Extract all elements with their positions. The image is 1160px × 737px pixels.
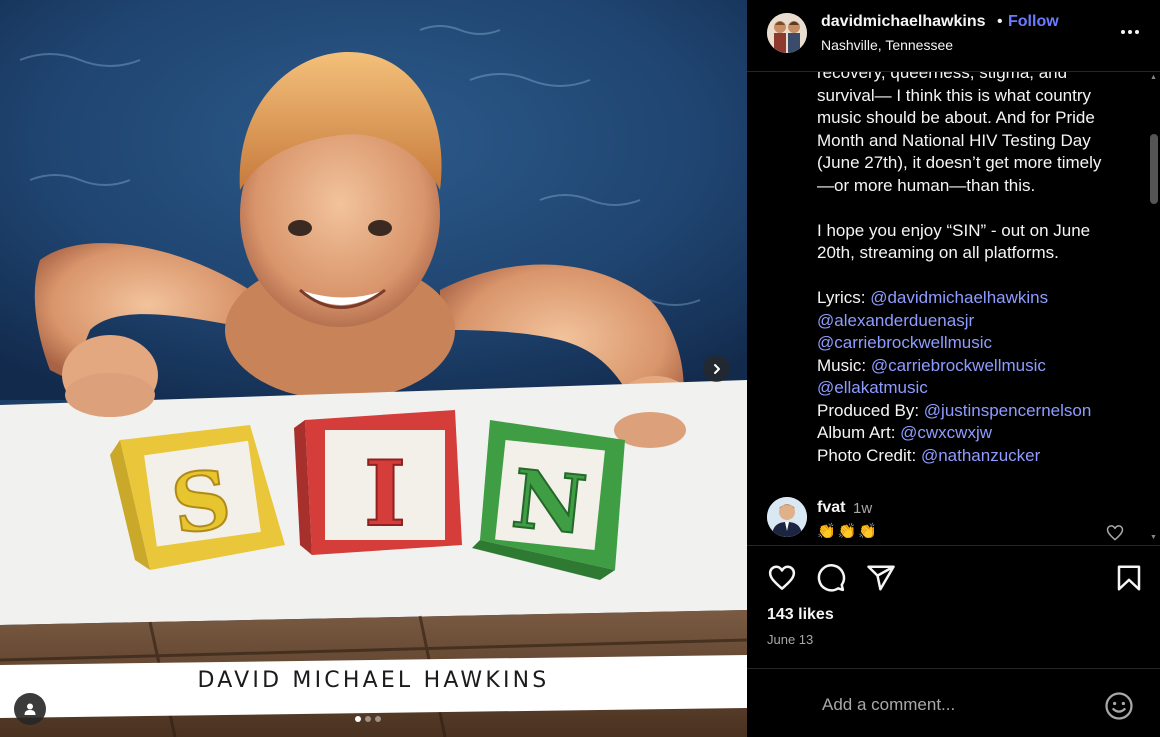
scrollbar[interactable]: ▲ ▼ bbox=[1148, 72, 1159, 545]
avatar-image bbox=[767, 497, 807, 537]
album-cover-artwork: S I N bbox=[0, 0, 747, 737]
svg-text:N: N bbox=[508, 451, 591, 552]
comment-icon[interactable] bbox=[816, 563, 846, 593]
mention-link[interactable]: @alexanderduenasjr bbox=[817, 311, 974, 330]
caption-line: survival— I think this is what country bbox=[817, 85, 1091, 105]
carousel-dot-2 bbox=[365, 716, 371, 722]
comment-item: fvat 1w 👏👏👏 bbox=[767, 497, 1147, 545]
mention-link[interactable]: @nathanzucker bbox=[921, 446, 1040, 465]
more-icon[interactable] bbox=[1118, 20, 1142, 44]
share-icon[interactable] bbox=[866, 563, 896, 593]
avatar[interactable] bbox=[767, 13, 807, 53]
mention-link[interactable]: @davidmichaelhawkins bbox=[870, 288, 1048, 307]
svg-text:I: I bbox=[364, 441, 406, 547]
caption-paragraph-2: I hope you enjoy “SIN” - out on June 20t… bbox=[817, 220, 1091, 263]
mention-link[interactable]: @ellakatmusic bbox=[817, 378, 928, 397]
credit-label: Photo Credit: bbox=[817, 445, 921, 465]
post-username[interactable]: davidmichaelhawkins bbox=[821, 13, 986, 31]
post-date[interactable]: June 13 bbox=[767, 632, 813, 647]
block-i: I bbox=[294, 410, 462, 555]
user-tags-button[interactable] bbox=[14, 693, 46, 725]
comment-text: 👏👏👏 bbox=[817, 523, 880, 540]
likes-count[interactable]: 143 likes bbox=[767, 606, 834, 624]
mention-link[interactable]: @cwxcwxjw bbox=[900, 423, 992, 442]
comment-avatar[interactable] bbox=[767, 497, 807, 537]
bookmark-icon[interactable] bbox=[1114, 563, 1144, 593]
mention-link[interactable]: @justinspencernelson bbox=[924, 401, 1092, 420]
credit-label: Album Art: bbox=[817, 423, 901, 442]
credit-label: Music: bbox=[817, 355, 871, 375]
caption-line: Month and National HIV Testing Day bbox=[817, 130, 1091, 150]
comment-heart-icon[interactable] bbox=[1105, 523, 1125, 543]
comment-time[interactable]: 1w bbox=[853, 500, 872, 517]
caption-line: music should be about. And for Pride bbox=[817, 108, 1095, 127]
mention-link[interactable]: @carriebrockwellmusic bbox=[871, 356, 1046, 375]
credit-label: Lyrics: bbox=[817, 288, 871, 307]
scrollbar-thumb[interactable] bbox=[1150, 134, 1158, 204]
carousel-dot-1 bbox=[355, 716, 361, 722]
post-image[interactable]: S I N DAVID MICHAEL HAWKINS bbox=[0, 0, 747, 737]
user-icon bbox=[24, 703, 36, 715]
follow-button[interactable]: Follow bbox=[1008, 13, 1059, 31]
credit-label: Produced By: bbox=[817, 400, 924, 420]
caption-line: —or more human—than this. bbox=[817, 175, 1036, 195]
carousel-indicator bbox=[355, 716, 381, 722]
scroll-down-arrow[interactable]: ▼ bbox=[1150, 534, 1157, 541]
post-header: davidmichaelhawkins • Follow Nashville, … bbox=[747, 0, 1160, 72]
mention-link[interactable]: @carriebrockwellmusic bbox=[817, 333, 992, 352]
separator-bullet: • bbox=[997, 13, 1003, 30]
carousel-dot-3 bbox=[375, 716, 381, 722]
scroll-up-arrow[interactable]: ▲ bbox=[1150, 74, 1157, 81]
post-actions bbox=[747, 547, 1160, 597]
album-artist-text: DAVID MICHAEL HAWKINS bbox=[197, 668, 550, 693]
post-panel: recovery, queerness, stigma, and surviva… bbox=[747, 0, 1160, 737]
avatar-image bbox=[767, 13, 807, 53]
caption-line: (June 27th), it doesn’t get more timely bbox=[817, 153, 1102, 172]
add-comment-bar bbox=[747, 668, 1160, 737]
caption-line: recovery, queerness, stigma, and bbox=[817, 72, 1068, 82]
heart-icon[interactable] bbox=[767, 563, 797, 593]
post-caption: recovery, queerness, stigma, and surviva… bbox=[817, 72, 1122, 467]
caption-credits: Lyrics: @davidmichaelhawkins @alexanderd… bbox=[817, 287, 1122, 467]
carousel-next-button[interactable] bbox=[703, 355, 730, 382]
comment-username[interactable]: fvat bbox=[817, 499, 845, 517]
caption-paragraph-1: recovery, queerness, stigma, and surviva… bbox=[817, 72, 1122, 197]
post-location[interactable]: Nashville, Tennessee bbox=[821, 37, 953, 53]
comment-input[interactable] bbox=[822, 693, 1092, 717]
emoji-icon[interactable] bbox=[1104, 691, 1134, 721]
chevron-right-icon bbox=[713, 363, 720, 374]
comments-scroll-area[interactable]: recovery, queerness, stigma, and surviva… bbox=[747, 72, 1160, 546]
